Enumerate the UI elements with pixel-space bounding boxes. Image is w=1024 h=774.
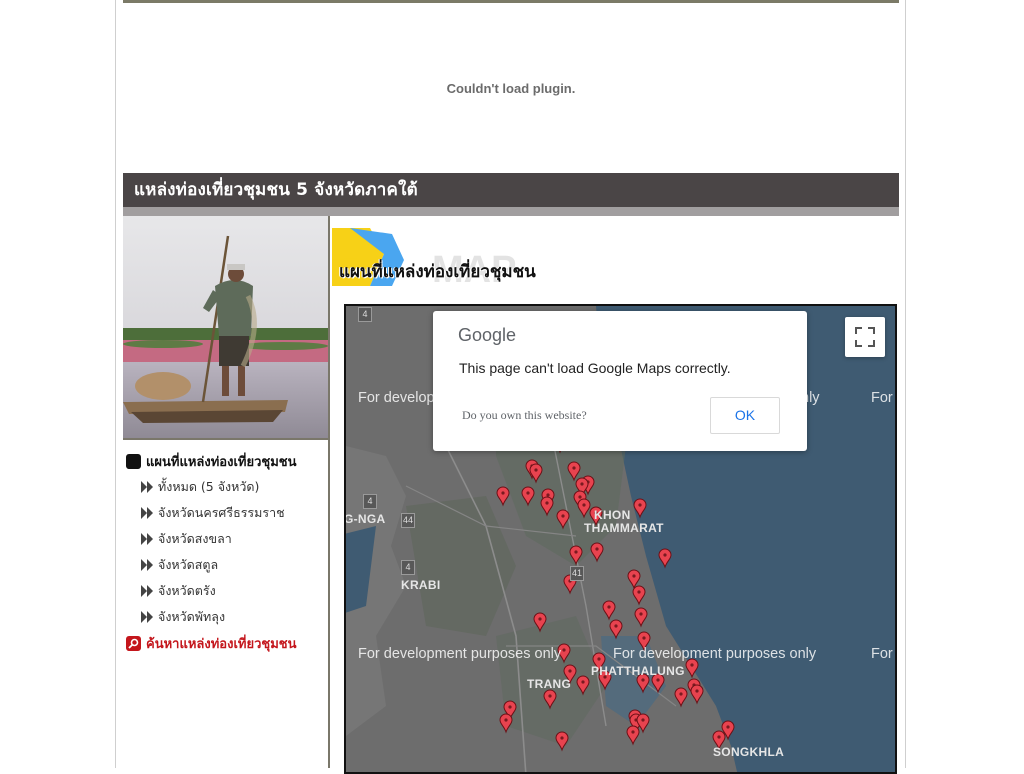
map-watermark: For development purposes only bbox=[613, 646, 817, 662]
map-marker-dot bbox=[562, 648, 566, 652]
map-marker-dot bbox=[614, 624, 618, 628]
ok-button[interactable]: OK bbox=[710, 397, 780, 434]
map-logo-title: แผนที่แหล่งท่องเที่ยวชุมชน bbox=[339, 262, 536, 282]
map-section-logo: MAP แผนที่แหล่งท่องเที่ยวชุมชน bbox=[332, 228, 572, 291]
map-marker-dot bbox=[538, 617, 542, 621]
fullscreen-icon bbox=[855, 327, 875, 347]
title-underbar bbox=[123, 207, 899, 216]
map-watermark: For bbox=[871, 390, 893, 406]
double-chevron-right-icon bbox=[141, 559, 153, 571]
sidebar-item-all[interactable]: ทั้งหมด (5 จังหวัด) bbox=[141, 477, 259, 497]
map-marker-dot bbox=[597, 657, 601, 661]
sidebar-search-link[interactable]: ค้นหาแหล่งท่องเที่ยวชุมชน bbox=[126, 632, 296, 654]
map-marker-dot bbox=[561, 514, 565, 518]
map-marker-dot bbox=[641, 678, 645, 682]
map-marker-dot bbox=[641, 718, 645, 722]
sidebar-item-label: จังหวัดนครศรีธรรมราช bbox=[158, 505, 285, 520]
map-marker-dot bbox=[607, 605, 611, 609]
double-chevron-right-icon bbox=[141, 611, 153, 623]
map-watermark: For develop bbox=[358, 390, 435, 406]
map-label-nakhon: KHON bbox=[594, 508, 631, 522]
main-content: MAP แผนที่แหล่งท่องเที่ยวชุมชน For devel… bbox=[330, 216, 899, 774]
own-website-link[interactable]: Do you own this website? bbox=[462, 408, 587, 423]
map-marker-dot bbox=[663, 553, 667, 557]
map-watermark: For development purposes only bbox=[358, 646, 562, 662]
map-marker-dot bbox=[726, 725, 730, 729]
sidebar-item-nakhonsithammarat[interactable]: จังหวัดนครศรีธรรมราช bbox=[141, 503, 285, 523]
menu-title-label: แผนที่แหล่งท่องเที่ยวชุมชน bbox=[146, 454, 297, 470]
map-marker-dot bbox=[642, 636, 646, 640]
map-marker-dot bbox=[580, 482, 584, 486]
sidebar-item-label: จังหวัดสงขลา bbox=[158, 531, 232, 546]
map-label-phatthalung: PHATTHALUNG bbox=[591, 664, 685, 678]
sidebar-item-label: จังหวัดพัทลุง bbox=[158, 609, 226, 624]
map-label-songkhla: SONGKHLA bbox=[713, 745, 785, 759]
route-shield: 41 bbox=[570, 566, 584, 581]
map-marker-dot bbox=[560, 736, 564, 740]
map-marker-dot bbox=[578, 495, 582, 499]
menu-title: แผนที่แหล่งท่องเที่ยวชุมชน bbox=[126, 450, 296, 472]
double-chevron-right-icon bbox=[141, 481, 153, 493]
map-marker-dot bbox=[637, 590, 641, 594]
map-marker-dot bbox=[568, 669, 572, 673]
sidebar-item-songkhla[interactable]: จังหวัดสงขลา bbox=[141, 529, 232, 549]
map-label-trang: TRANG bbox=[527, 677, 572, 691]
map-marker-dot bbox=[631, 730, 635, 734]
route-shield: 4 bbox=[401, 560, 415, 575]
map-marker-dot bbox=[695, 689, 699, 693]
map-marker-dot bbox=[581, 680, 585, 684]
search-icon bbox=[126, 635, 141, 651]
menu-bullet-icon bbox=[126, 453, 141, 469]
map-marker-dot bbox=[632, 574, 636, 578]
map-marker-dot bbox=[656, 678, 660, 682]
sidebar-item-label: ทั้งหมด (5 จังหวัด) bbox=[158, 479, 260, 494]
sidebar-item-satun[interactable]: จังหวัดสตูล bbox=[141, 555, 218, 575]
map-marker-dot bbox=[545, 501, 549, 505]
map-marker-dot bbox=[572, 466, 576, 470]
fisherman-photo bbox=[123, 216, 328, 440]
google-logo: Google bbox=[458, 325, 517, 345]
route-shield: 44 bbox=[401, 513, 415, 528]
map-marker-dot bbox=[501, 491, 505, 495]
map-marker-dot bbox=[717, 735, 721, 739]
plugin-area: Couldn't load plugin. bbox=[123, 3, 899, 173]
map-label-krabi: KRABI bbox=[401, 578, 441, 592]
sidebar-search-label: ค้นหาแหล่งท่องเที่ยวชุมชน bbox=[146, 636, 297, 652]
sidebar-item-label: จังหวัดสตูล bbox=[158, 557, 219, 572]
page-title: แหล่งท่องเที่ยวชุมชน 5 จังหวัดภาคใต้ bbox=[123, 173, 899, 207]
plugin-error-message: Couldn't load plugin. bbox=[446, 81, 576, 96]
map-marker-dot bbox=[595, 547, 599, 551]
route-shield: 4 bbox=[358, 307, 372, 322]
map-marker-dot bbox=[548, 694, 552, 698]
map-marker-dot bbox=[546, 493, 550, 497]
sidebar: แผนที่แหล่งท่องเที่ยวชุมชน ทั้งหมด (5 จั… bbox=[123, 216, 330, 768]
double-chevron-right-icon bbox=[141, 585, 153, 597]
sidebar-item-trang[interactable]: จังหวัดตรัง bbox=[141, 581, 216, 601]
double-chevron-right-icon bbox=[141, 507, 153, 519]
map-label-phangnga: G-NGA bbox=[344, 512, 386, 526]
map-marker-dot bbox=[504, 718, 508, 722]
map-marker-dot bbox=[638, 503, 642, 507]
dialog-message: This page can't load Google Maps correct… bbox=[459, 360, 731, 376]
map-marker-dot bbox=[679, 692, 683, 696]
map-watermark: For bbox=[871, 646, 893, 662]
map-marker-dot bbox=[534, 468, 538, 472]
map-marker-dot bbox=[526, 491, 530, 495]
map-marker-dot bbox=[639, 612, 643, 616]
fullscreen-button[interactable] bbox=[845, 317, 885, 357]
map-marker-dot bbox=[508, 705, 512, 709]
double-chevron-right-icon bbox=[141, 533, 153, 545]
sidebar-item-label: จังหวัดตรัง bbox=[158, 583, 216, 598]
maps-error-dialog: Google This page can't load Google Maps … bbox=[433, 311, 807, 451]
map-marker-dot bbox=[574, 550, 578, 554]
map-marker-dot bbox=[690, 663, 694, 667]
map-label-thammarat: THAMMARAT bbox=[584, 521, 664, 535]
route-shield: 4 bbox=[363, 494, 377, 509]
sidebar-item-phatthalung[interactable]: จังหวัดพัทลุง bbox=[141, 607, 225, 627]
map-marker-dot bbox=[582, 503, 586, 507]
